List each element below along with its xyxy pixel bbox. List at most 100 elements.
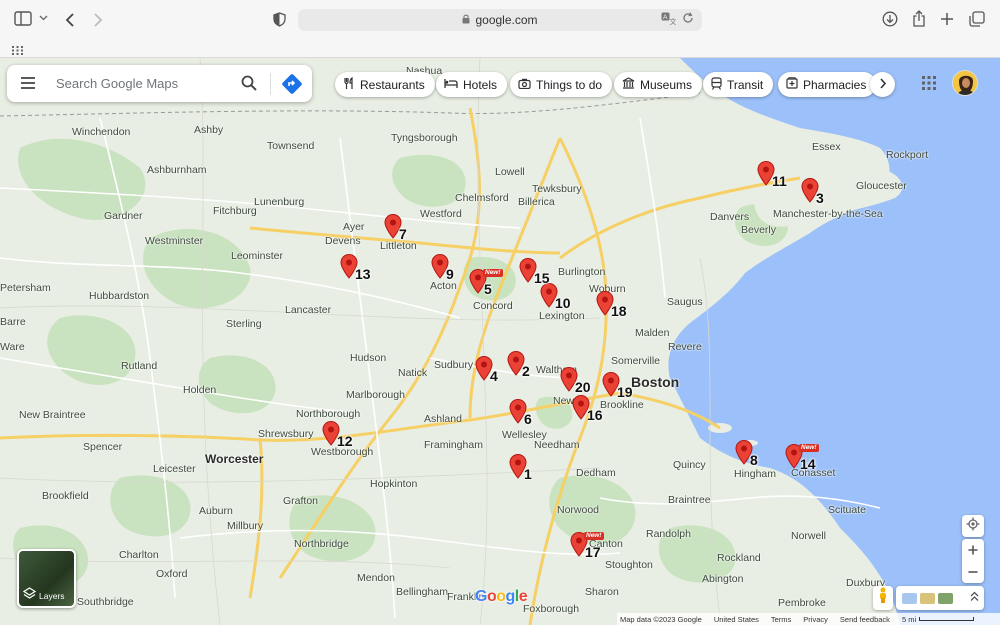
privacy-link[interactable]: Privacy bbox=[803, 615, 828, 624]
map-pin[interactable]: 9 bbox=[431, 254, 457, 290]
chip-restaurants[interactable]: Restaurants bbox=[335, 72, 435, 97]
search-box[interactable]: Search Google Maps bbox=[7, 65, 312, 102]
pin-number: 20 bbox=[575, 379, 591, 395]
map-type-terrain-icon[interactable] bbox=[920, 592, 935, 604]
google-logo: Google bbox=[475, 588, 528, 606]
forward-icon[interactable] bbox=[92, 12, 104, 28]
pin-number: 6 bbox=[524, 411, 532, 427]
map-pin[interactable]: 13 bbox=[340, 254, 371, 290]
map-background bbox=[0, 58, 1000, 625]
chevron-up-icon[interactable] bbox=[970, 589, 979, 607]
layers-icon bbox=[22, 587, 37, 602]
country-link[interactable]: United States bbox=[714, 615, 759, 624]
town-label: Hubbardston bbox=[89, 290, 150, 302]
map-pin[interactable]: 2 bbox=[507, 351, 533, 387]
town-label: Rutland bbox=[121, 360, 158, 372]
pin-number: 14 bbox=[800, 456, 816, 472]
town-label: Framingham bbox=[424, 439, 483, 451]
map-pin[interactable]: 4 bbox=[475, 356, 501, 392]
map-pin[interactable]: 15 bbox=[519, 258, 550, 294]
layers-button[interactable]: Layers bbox=[17, 549, 76, 608]
town-label: Gardner bbox=[104, 210, 143, 222]
map-pin[interactable]: 19 bbox=[602, 372, 633, 408]
town-label: Braintree bbox=[668, 494, 711, 506]
town-label: Ayer bbox=[343, 221, 365, 233]
map-pin[interactable]: 20 bbox=[560, 367, 591, 403]
map-pin[interactable]: 18 bbox=[596, 291, 627, 327]
town-label: Abington bbox=[702, 573, 744, 585]
town-label: Leominster bbox=[231, 250, 283, 262]
back-icon[interactable] bbox=[64, 12, 76, 28]
logo-letter-e: e bbox=[518, 588, 528, 605]
map-type-transit-icon[interactable] bbox=[902, 592, 917, 604]
chip-things-to-do[interactable]: Things to do bbox=[510, 72, 613, 97]
map-pin[interactable]: 7 bbox=[384, 214, 410, 250]
chevron-down-icon[interactable] bbox=[39, 14, 48, 22]
pin-number: 11 bbox=[772, 173, 787, 189]
avatar[interactable] bbox=[952, 70, 978, 96]
map-pin[interactable]: 1 bbox=[509, 454, 535, 490]
search-input[interactable]: Search Google Maps bbox=[56, 76, 178, 91]
svg-text:A: A bbox=[663, 14, 668, 21]
map-pin[interactable]: 12 bbox=[322, 421, 353, 457]
share-icon[interactable] bbox=[912, 10, 926, 27]
map-pin[interactable]: 8 bbox=[735, 440, 761, 476]
town-label: Ashby bbox=[194, 124, 224, 136]
town-label: Chelmsford bbox=[455, 192, 509, 204]
send-feedback-link[interactable]: Send feedback bbox=[840, 615, 890, 624]
scale-label: 5 mi bbox=[901, 614, 917, 624]
town-label: Fitchburg bbox=[213, 205, 257, 217]
chip-transit[interactable]: Transit bbox=[703, 72, 774, 97]
town-label: Townsend bbox=[267, 140, 315, 152]
town-label: New Braintree bbox=[19, 409, 86, 421]
town-label: Southbridge bbox=[77, 596, 134, 608]
zoom-in-button[interactable] bbox=[968, 539, 978, 561]
reload-icon[interactable] bbox=[682, 12, 694, 28]
translate-icon[interactable]: A文 bbox=[661, 12, 677, 28]
town-label: Rockland bbox=[717, 552, 761, 564]
pin-number: 4 bbox=[490, 368, 498, 384]
town-label: Holden bbox=[183, 384, 217, 396]
download-icon[interactable] bbox=[882, 11, 898, 27]
town-label: Randolph bbox=[646, 528, 691, 540]
new-tab-icon[interactable] bbox=[940, 12, 954, 26]
chip-hotels[interactable]: Hotels bbox=[436, 72, 508, 97]
new-badge: New! bbox=[799, 444, 819, 452]
map-type-selector[interactable] bbox=[896, 586, 984, 610]
town-label: Stoughton bbox=[605, 559, 653, 571]
town-label: Sudbury bbox=[434, 359, 474, 371]
town-label: Lancaster bbox=[285, 304, 332, 316]
map-pin[interactable]: New! 14 bbox=[785, 444, 819, 480]
logo-letter-o2: o bbox=[496, 588, 506, 605]
menu-icon[interactable] bbox=[19, 74, 37, 97]
chevron-right-icon bbox=[879, 77, 887, 92]
shield-icon[interactable] bbox=[273, 12, 286, 27]
map-pin[interactable]: 3 bbox=[801, 178, 827, 214]
chips-next-button[interactable] bbox=[870, 72, 895, 97]
town-label: Spencer bbox=[83, 441, 123, 453]
map-pin[interactable]: New! 17 bbox=[570, 532, 604, 568]
map-type-satellite-icon[interactable] bbox=[938, 592, 953, 604]
chip-museums[interactable]: Museums bbox=[614, 72, 703, 97]
url-bar[interactable]: google.com A文 bbox=[298, 9, 702, 31]
town-label: Norwood bbox=[557, 504, 600, 516]
map-pin[interactable]: 11 bbox=[757, 161, 787, 197]
map-pin[interactable]: 6 bbox=[509, 399, 535, 435]
pin-number: 9 bbox=[446, 266, 454, 282]
chip-pharmacies[interactable]: Pharmacies bbox=[778, 72, 877, 97]
zoom-out-button[interactable] bbox=[968, 561, 978, 583]
scale-bar[interactable]: 5 mi bbox=[901, 614, 975, 624]
town-label: Grafton bbox=[283, 495, 319, 507]
terms-link[interactable]: Terms bbox=[771, 615, 791, 624]
street-view-pegman[interactable] bbox=[873, 586, 893, 610]
directions-icon[interactable] bbox=[281, 73, 303, 100]
map-canvas[interactable]: Nashua Winchendon Ashby Townsend Tyngsbo… bbox=[0, 58, 1000, 625]
search-icon[interactable] bbox=[240, 74, 258, 97]
my-location-button[interactable] bbox=[962, 515, 984, 537]
apps-grid-icon[interactable] bbox=[921, 75, 937, 96]
town-label: Ware bbox=[0, 341, 25, 353]
sidebar-icon[interactable] bbox=[14, 11, 32, 26]
town-label: Billerica bbox=[518, 196, 555, 208]
tabs-overview-icon[interactable] bbox=[969, 11, 985, 27]
map-pin[interactable]: New! 5 bbox=[469, 269, 503, 305]
